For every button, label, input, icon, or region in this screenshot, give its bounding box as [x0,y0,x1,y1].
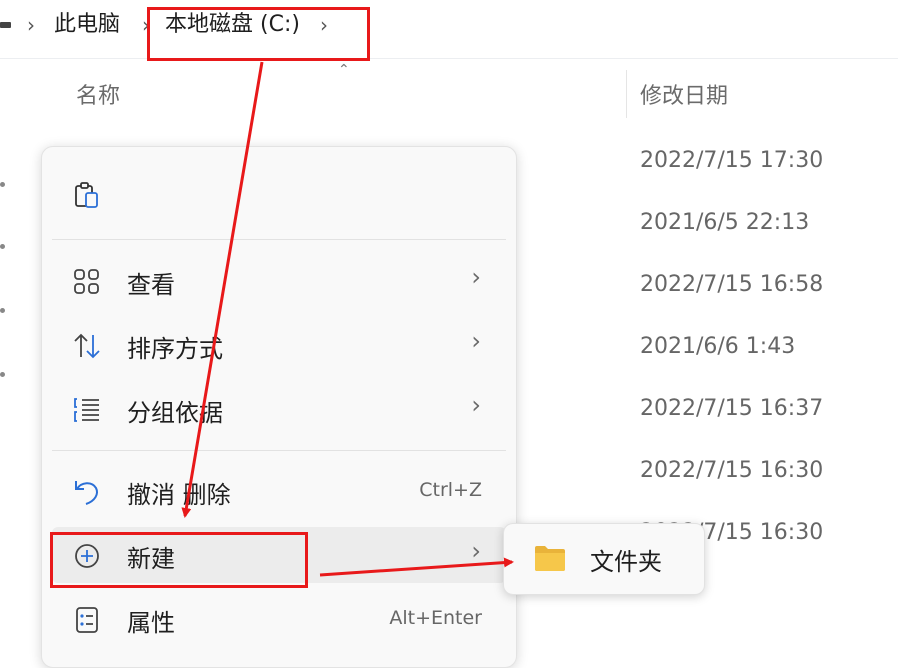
menu-item-view[interactable]: 查看 › [52,253,506,309]
pane-tick [0,244,5,249]
chevron-right-icon: › [471,391,481,419]
shortcut-hint: Alt+Enter [389,607,482,629]
pane-tick [0,182,5,187]
context-menu: 查看 › 排序方式 › 分组依据 › 撤消 删除 Ctrl+Z 新建 › 属性 … [41,146,517,668]
column-divider[interactable] [626,70,627,118]
folder-icon [535,546,565,571]
menu-item-sort-by[interactable]: 排序方式 › [52,317,506,373]
column-header-name[interactable]: 名称 [76,78,120,110]
menu-item-label: 查看 [127,271,175,299]
submenu-item-label: 文件夹 [590,548,662,576]
menu-item-label: 排序方式 [127,335,223,363]
menu-item-label: 撤消 删除 [127,481,231,509]
shortcut-hint: Ctrl+Z [419,479,482,501]
paste-button[interactable] [52,167,506,223]
group-list-icon [74,398,99,422]
breadcrumb-separator: › [27,13,35,37]
menu-item-label: 分组依据 [127,399,223,427]
properties-icon [76,607,98,633]
menu-separator [52,239,506,240]
row-date: 2022/7/15 17:30 [640,148,824,173]
chevron-right-icon: › [471,263,481,291]
chevron-right-icon: › [471,537,481,565]
row-date: 2022/7/15 16:58 [640,272,824,297]
menu-separator [52,450,506,451]
menu-item-label: 属性 [127,609,175,637]
column-header-modified[interactable]: 修改日期 [640,78,728,110]
row-date: 2022/7/15 16:30 [640,458,824,483]
pane-tick [0,372,5,377]
annotation-box-drive [147,7,370,61]
nav-icon[interactable] [0,22,11,28]
row-date: 2021/6/6 1:43 [640,334,796,359]
menu-item-undo-delete[interactable]: 撤消 删除 Ctrl+Z [52,463,506,519]
row-date: 2021/6/5 22:13 [640,210,810,235]
sort-arrows-icon [74,333,100,359]
row-date: 2022/7/15 16:37 [640,396,824,421]
new-submenu: 文件夹 [503,523,705,595]
chevron-right-icon: › [471,327,481,355]
breadcrumb-item-this-pc[interactable]: 此电脑 [54,0,120,50]
breadcrumb: › 此电脑 › 本地磁盘 (C:) › [0,0,898,50]
submenu-item-folder[interactable]: 文件夹 [504,524,704,594]
header-divider [0,58,898,59]
sort-caret-icon: ⌃ [338,62,350,78]
grid-view-icon [74,269,99,294]
menu-item-group-by[interactable]: 分组依据 › [52,381,506,437]
undo-icon [75,481,98,505]
pane-tick [0,308,5,313]
annotation-box-new [50,532,308,588]
paste-icon [75,182,98,208]
